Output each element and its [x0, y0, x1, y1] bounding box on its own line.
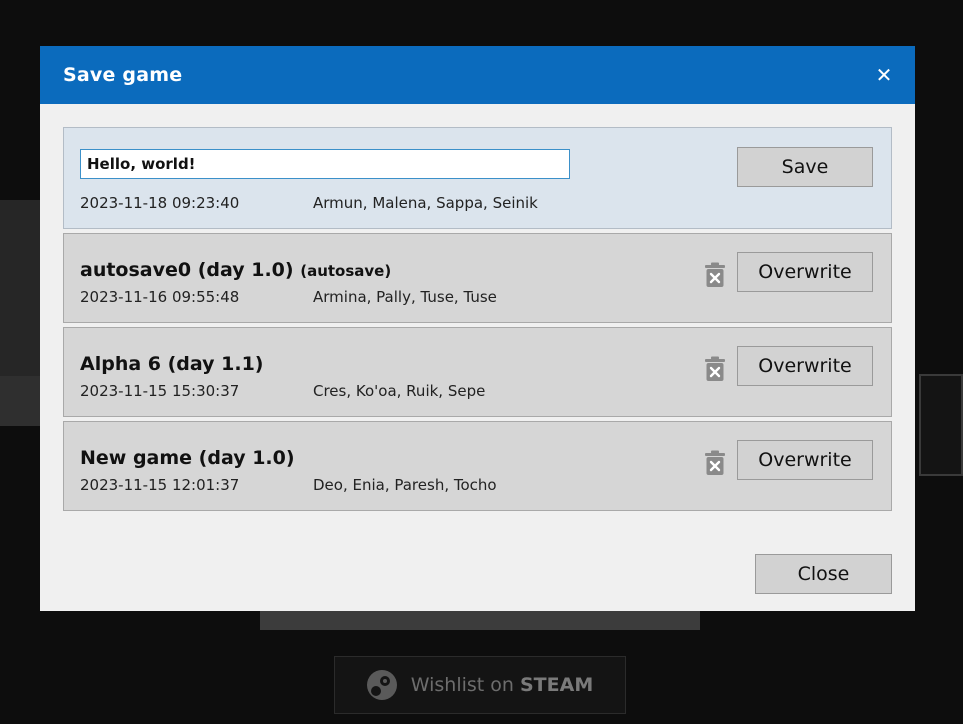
- save-slot: Alpha 6 (day 1.1) 2023-11-15 15:30:37 Cr…: [63, 327, 892, 417]
- dialog-titlebar: Save game ✕: [40, 46, 915, 104]
- background-strip-left: [0, 376, 40, 426]
- slot-title: Alpha 6 (day 1.1): [80, 353, 263, 375]
- slot-title: autosave0 (day 1.0) (autosave): [80, 259, 391, 281]
- save-slot: autosave0 (day 1.0) (autosave) 2023-11-1…: [63, 233, 892, 323]
- close-icon[interactable]: ✕: [875, 65, 893, 85]
- wishlist-label: Wishlist on STEAM: [411, 674, 594, 696]
- slot-name: New game (day 1.0): [80, 447, 295, 469]
- slot-name: Alpha 6 (day 1.1): [80, 353, 264, 375]
- dialog-title: Save game: [63, 64, 183, 86]
- close-button[interactable]: Close: [755, 554, 892, 594]
- slot-party: Cres, Ko'oa, Ruik, Sepe: [313, 382, 486, 400]
- save-slot: New game (day 1.0) 2023-11-15 12:01:37 D…: [63, 421, 892, 511]
- save-date: 2023-11-18 09:23:40: [80, 194, 240, 212]
- wishlist-prefix: Wishlist on: [410, 674, 514, 696]
- save-party: Armun, Malena, Sappa, Seinik: [313, 194, 538, 212]
- trash-icon[interactable]: [704, 262, 726, 288]
- save-game-dialog: Save game ✕ 2023-11-18 09:23:40 Armun, M…: [40, 46, 915, 611]
- background-bar: [260, 611, 700, 630]
- overwrite-button[interactable]: Overwrite: [737, 252, 873, 292]
- slot-date: 2023-11-16 09:55:48: [80, 288, 240, 306]
- wishlist-steam-button[interactable]: Wishlist on STEAM: [334, 656, 626, 714]
- slot-date: 2023-11-15 12:01:37: [80, 476, 240, 494]
- slot-name: autosave0 (day 1.0): [80, 259, 294, 281]
- overwrite-button[interactable]: Overwrite: [737, 440, 873, 480]
- slot-party: Deo, Enia, Paresh, Tocho: [313, 476, 497, 494]
- trash-icon[interactable]: [704, 450, 726, 476]
- slot-title: New game (day 1.0): [80, 447, 295, 469]
- slot-party: Armina, Pally, Tuse, Tuse: [313, 288, 497, 306]
- save-button[interactable]: Save: [737, 147, 873, 187]
- steam-icon: [366, 670, 397, 700]
- background-panel-left: [0, 200, 40, 380]
- wishlist-brand: STEAM: [520, 674, 594, 696]
- new-save-slot: 2023-11-18 09:23:40 Armun, Malena, Sappa…: [63, 127, 892, 229]
- trash-icon[interactable]: [704, 356, 726, 382]
- autosave-tag: (autosave): [300, 262, 392, 280]
- slot-date: 2023-11-15 15:30:37: [80, 382, 240, 400]
- overwrite-button[interactable]: Overwrite: [737, 346, 873, 386]
- save-name-input[interactable]: [80, 149, 570, 179]
- background-panel-right: [919, 374, 963, 476]
